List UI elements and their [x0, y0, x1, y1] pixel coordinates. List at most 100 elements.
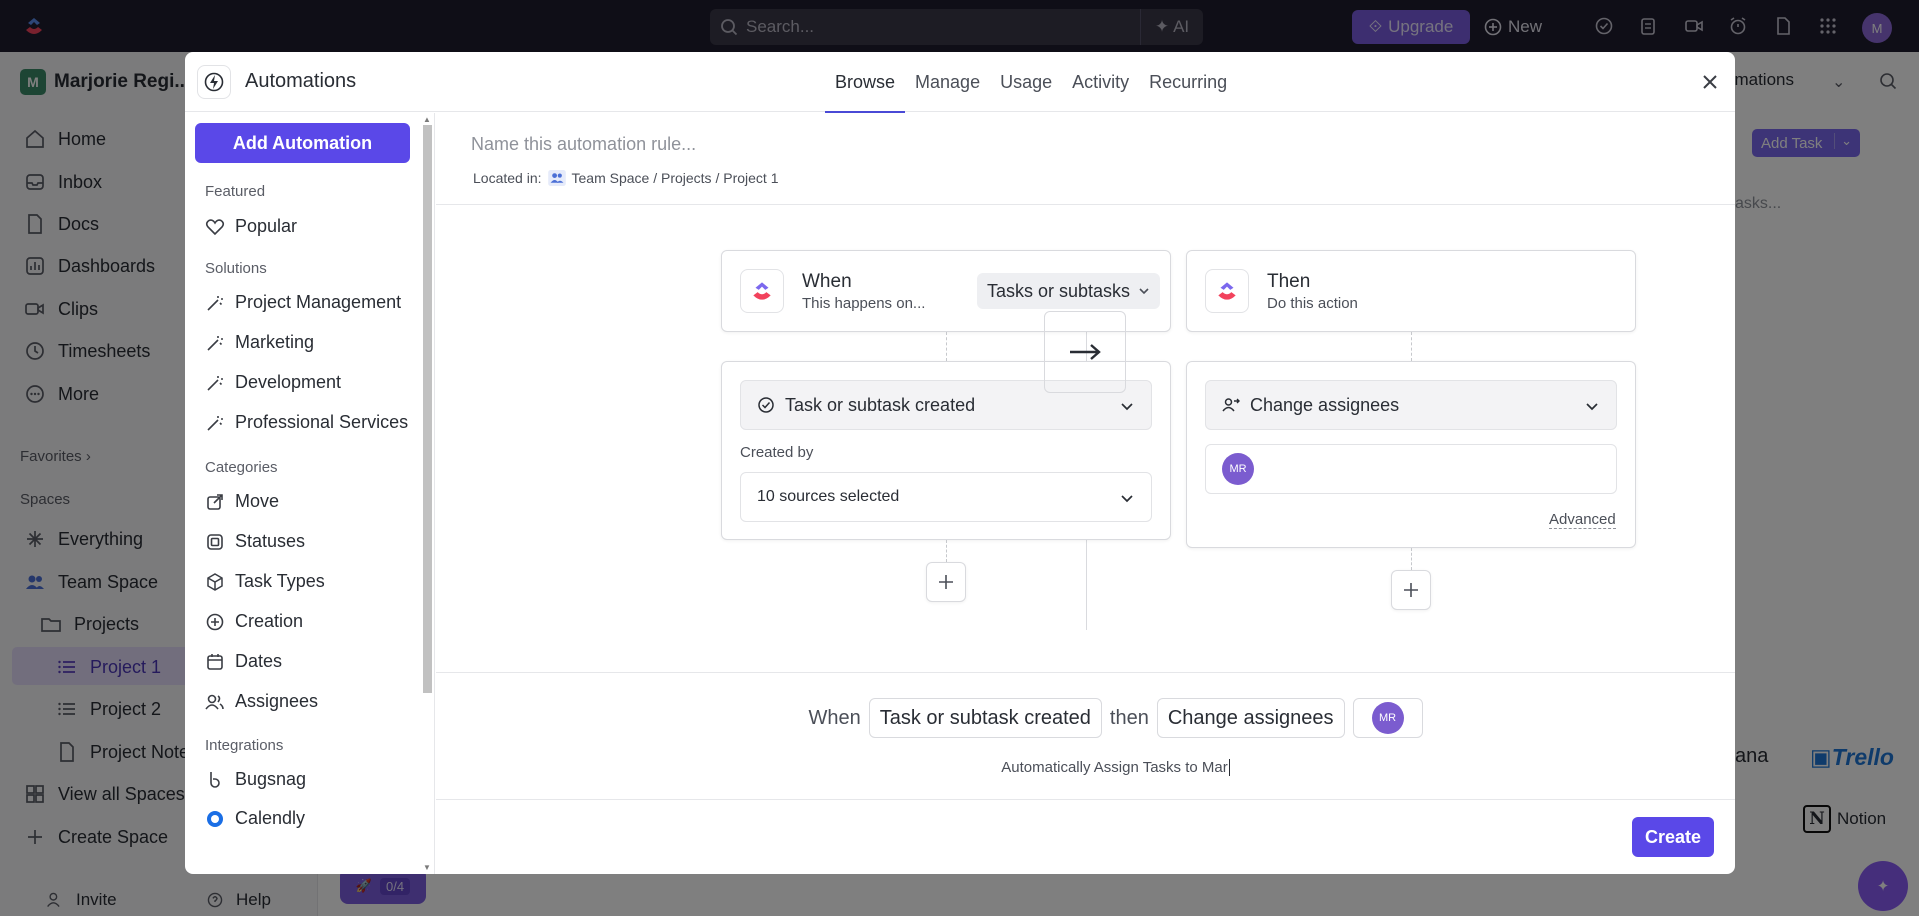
catalog-item-assignees[interactable]: Assignees: [205, 691, 318, 712]
plus-circle-icon: [206, 613, 224, 630]
scroll-up-arrow-icon[interactable]: ▲: [423, 115, 431, 124]
location-breadcrumb[interactable]: Located in: Team Space / Projects / Proj…: [473, 170, 778, 186]
heart-icon: [205, 218, 225, 235]
connector-line: [1411, 548, 1412, 570]
assignee-avatar[interactable]: MR: [1222, 453, 1254, 485]
catalog-item-development[interactable]: Development: [205, 372, 341, 393]
located-prefix: Located in:: [473, 170, 542, 186]
catalog-item-label: Move: [235, 491, 280, 511]
then-title: Then: [1267, 271, 1311, 292]
summary-assignee-avatar: MR: [1371, 702, 1404, 734]
footer-divider: [436, 799, 1735, 800]
chevron-down-icon: [1121, 403, 1133, 411]
catalog-item-dates[interactable]: Dates: [205, 651, 282, 672]
clickup-action-icon: [1205, 269, 1249, 313]
automations-icon: [197, 65, 231, 99]
catalog-item-label: Professional Services: [235, 412, 409, 432]
automations-modal: Automations Browse Manage Usage Activity…: [185, 52, 1735, 874]
tab-activity[interactable]: Activity: [1062, 52, 1139, 112]
scroll-down-arrow-icon[interactable]: ▼: [423, 863, 431, 872]
catalog-item-label: Assignees: [235, 691, 319, 711]
catalog-item-task-types[interactable]: Task Types: [205, 571, 325, 592]
summary-assignee-initials: MR: [1378, 712, 1397, 724]
plus-icon: [1404, 583, 1418, 597]
catalog-item-marketing[interactable]: Marketing: [205, 332, 314, 353]
created-by-dropdown[interactable]: 10 sources selected: [740, 472, 1152, 522]
catalog-item-label: Task Types: [235, 571, 325, 591]
action-dropdown[interactable]: Change assignees: [1205, 380, 1617, 430]
created-by-label: Created by: [740, 444, 814, 461]
catalog-item-project-management[interactable]: Project Management: [205, 292, 401, 313]
catalog-item-popular[interactable]: Popular: [205, 216, 297, 237]
catalog-item-statuses[interactable]: Statuses: [205, 531, 305, 552]
catalog-item-creation[interactable]: Creation: [205, 611, 303, 632]
created-by-value: 10 sources selected: [757, 488, 900, 505]
then-card[interactable]: Then Do this action: [1186, 250, 1636, 332]
add-condition-button[interactable]: [926, 562, 966, 602]
rule-name-input[interactable]: Name this automation rule...: [471, 134, 696, 155]
when-subtitle: This happens on...: [802, 295, 926, 312]
automation-name-value: Automatically Assign Tasks to Mar: [1001, 759, 1228, 776]
modal-header: Automations Browse Manage Usage Activity…: [185, 52, 1735, 113]
catalog-item-label: Statuses: [235, 531, 306, 551]
add-action-button[interactable]: [1391, 570, 1431, 610]
cube-icon: [207, 572, 223, 591]
catalog-scrollbar-thumb[interactable]: [423, 125, 432, 693]
catalog-item-label: Popular: [235, 216, 298, 236]
summary-divider: [436, 672, 1735, 673]
magic-wand-icon: [207, 375, 223, 391]
catalog-item-professional-services[interactable]: Professional Services: [205, 412, 408, 433]
located-path: Team Space / Projects / Project 1: [571, 170, 779, 186]
assignee-initials: MR: [1229, 463, 1247, 475]
magic-wand-icon: [207, 335, 223, 351]
automation-name-field[interactable]: Automatically Assign Tasks to Mar: [436, 759, 1735, 776]
connector-line: [1411, 332, 1412, 361]
categories-section-label: Categories: [205, 459, 278, 476]
summary-trigger-chip[interactable]: Task or subtask created: [868, 698, 1102, 738]
connector-line: [946, 332, 947, 361]
trigger-scope-value: Tasks or subtasks: [987, 280, 1131, 301]
summary-when-word: When: [808, 706, 861, 729]
when-title: When: [802, 271, 852, 292]
action-config-card: Change assignees MR Advanced: [1186, 361, 1636, 548]
tab-manage[interactable]: Manage: [905, 52, 990, 112]
check-circle-icon: [758, 397, 774, 413]
integrations-section-label: Integrations: [205, 737, 284, 754]
chevron-down-icon: [1121, 495, 1133, 503]
add-automation-button[interactable]: Add Automation: [195, 123, 410, 163]
tab-recurring[interactable]: Recurring: [1139, 52, 1237, 112]
automation-editor: Name this automation rule... Located in:…: [436, 113, 1735, 874]
magic-wand-icon: [207, 415, 223, 431]
modal-tabs: Browse Manage Usage Activity Recurring: [825, 52, 1237, 113]
trigger-scope-dropdown[interactable]: Tasks or subtasks: [977, 273, 1161, 309]
create-button[interactable]: Create: [1632, 817, 1714, 857]
users-icon: [205, 694, 224, 710]
solutions-section-label: Solutions: [205, 260, 267, 277]
catalog-item-bugsnag[interactable]: Bugsnag: [205, 769, 306, 790]
catalog-item-label: Marketing: [235, 332, 315, 352]
trigger-value: Task or subtask created: [785, 394, 976, 415]
chevron-down-icon: [1586, 403, 1598, 411]
magic-wand-icon: [207, 295, 223, 311]
close-icon[interactable]: [1700, 72, 1720, 92]
advanced-link[interactable]: Advanced: [1549, 511, 1616, 529]
catalog-item-label: Creation: [235, 611, 304, 631]
summary-assignee-chip[interactable]: MR: [1352, 698, 1423, 738]
assignee-picker[interactable]: MR: [1205, 444, 1617, 494]
rule-name-placeholder: Name this automation rule...: [471, 134, 697, 154]
catalog-item-move[interactable]: Move: [205, 491, 279, 512]
summary-action-chip[interactable]: Change assignees: [1156, 698, 1345, 738]
clickup-trigger-icon: [740, 269, 784, 313]
catalog-item-label: Calendly: [235, 808, 306, 828]
tab-usage[interactable]: Usage: [990, 52, 1062, 112]
catalog-item-label: Dates: [235, 651, 283, 671]
catalog-item-label: Project Management: [235, 292, 402, 312]
text-cursor: [1228, 759, 1230, 776]
tab-browse[interactable]: Browse: [825, 52, 906, 113]
summary-trigger-label: Task or subtask created: [879, 706, 1091, 729]
bugsnag-icon: [210, 771, 220, 788]
featured-section-label: Featured: [205, 183, 266, 200]
team-icon: [547, 170, 566, 186]
catalog-item-calendly[interactable]: Calendly: [205, 808, 305, 829]
flow-arrow: [1044, 311, 1126, 393]
